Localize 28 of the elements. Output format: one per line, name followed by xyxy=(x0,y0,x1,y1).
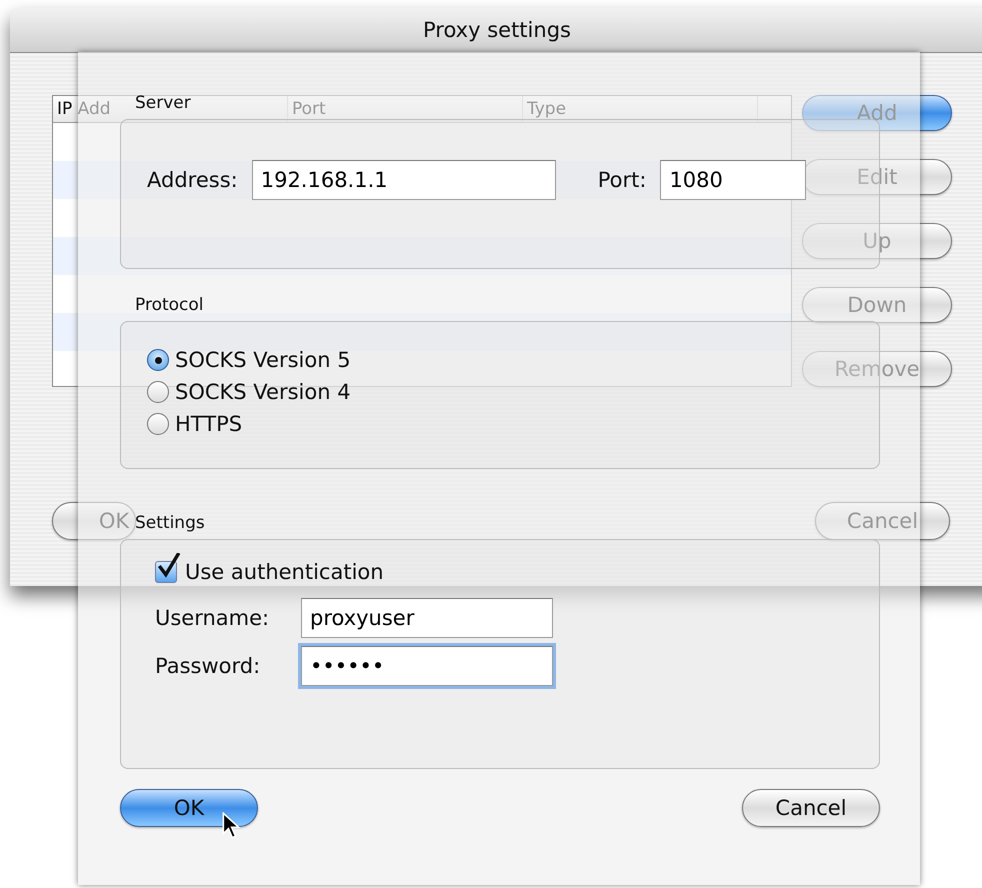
field-label: Password: xyxy=(155,654,262,678)
checkmark-icon xyxy=(155,553,181,579)
radio-label: SOCKS Version 5 xyxy=(175,348,351,372)
checkbox-label: Use authentication xyxy=(185,560,384,584)
column-header[interactable]: Type xyxy=(523,96,758,122)
group-label: Server xyxy=(135,93,191,113)
dialog-button[interactable]: Cancel xyxy=(742,789,880,827)
column-header[interactable]: Port xyxy=(288,96,523,122)
dialog-button[interactable]: Cancel xyxy=(815,502,950,540)
password-field[interactable]: •••••• xyxy=(301,646,553,686)
side-button[interactable]: Down xyxy=(802,287,952,323)
group-label: Protocol xyxy=(135,295,204,315)
username-field[interactable]: proxyuser xyxy=(301,598,553,638)
dialog-button[interactable]: OK xyxy=(120,789,258,827)
field-label: Address: xyxy=(147,168,238,192)
radio-label: SOCKS Version 4 xyxy=(175,380,351,404)
side-button[interactable]: Up xyxy=(802,223,952,259)
side-button[interactable]: Remove xyxy=(802,351,952,387)
group-label: Settings xyxy=(135,513,205,533)
radio-label: HTTPS xyxy=(175,412,242,436)
window-title: Proxy settings xyxy=(423,18,571,42)
address-field[interactable]: 192.168.1.1 xyxy=(252,160,556,200)
side-button[interactable]: Add xyxy=(802,95,952,131)
field-label: Port: xyxy=(598,168,646,192)
pointer-cursor-icon xyxy=(222,812,240,840)
dialog-button[interactable]: OK xyxy=(52,502,136,540)
field-label: Username: xyxy=(155,606,270,630)
port-field[interactable]: 1080 xyxy=(660,160,806,200)
